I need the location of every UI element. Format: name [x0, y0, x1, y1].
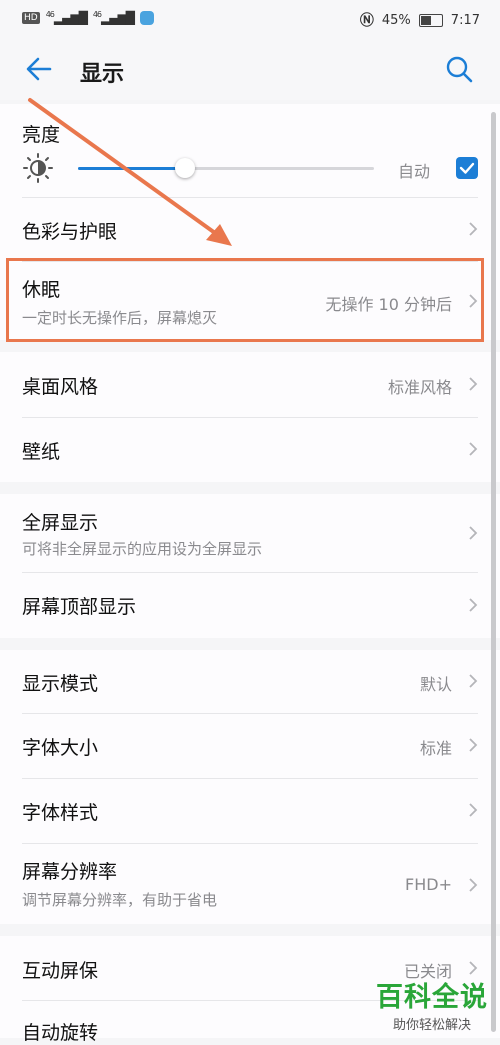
signal-icon-2: 46▂▄▆█ — [92, 10, 135, 25]
wallpaper-row[interactable]: 壁纸 — [22, 417, 478, 482]
brightness-slider-fill — [78, 167, 185, 170]
brightness-label: 亮度 — [22, 124, 61, 146]
clock: 7:17 — [450, 12, 480, 28]
color-eye-label: 色彩与护眼 — [22, 221, 118, 243]
search-icon[interactable] — [444, 54, 474, 84]
fullscreen-subtitle: 可将非全屏显示的应用设为全屏显示 — [22, 540, 263, 558]
display-mode-label: 显示模式 — [22, 673, 99, 695]
display-mode-row[interactable]: 显示模式 默认 — [22, 650, 478, 714]
title-bar: 显示 — [0, 38, 500, 100]
notch-label: 屏幕顶部显示 — [22, 596, 137, 618]
resolution-value: FHD+ — [405, 875, 452, 894]
settings-group-2: 桌面风格 标准风格 壁纸 — [0, 352, 500, 482]
fullscreen-label: 全屏显示 — [22, 512, 99, 534]
chevron-right-icon — [469, 442, 478, 456]
fullscreen-row[interactable]: 全屏显示 可将非全屏显示的应用设为全屏显示 — [22, 494, 478, 573]
font-style-row[interactable]: 字体样式 — [22, 778, 478, 844]
settings-group-4: 显示模式 默认 字体大小 标准 字体样式 屏幕分辨率 调节屏幕分辨率，有助于省电… — [0, 650, 500, 924]
chevron-right-icon — [469, 377, 478, 391]
battery-icon — [418, 13, 443, 27]
chevron-right-icon — [469, 878, 478, 892]
app-notification-icon — [139, 10, 154, 25]
color-eye-row[interactable]: 色彩与护眼 — [22, 197, 478, 262]
resolution-label: 屏幕分辨率 — [22, 861, 118, 883]
brightness-icon — [23, 153, 53, 183]
resolution-subtitle: 调节屏幕分辨率，有助于省电 — [22, 891, 218, 909]
back-arrow-icon[interactable] — [24, 54, 54, 84]
brightness-slider-knob[interactable] — [174, 158, 195, 178]
chevron-right-icon — [469, 598, 478, 612]
desktop-style-value: 标准风格 — [387, 378, 452, 397]
chevron-right-icon — [469, 674, 478, 688]
desktop-style-label: 桌面风格 — [22, 376, 99, 398]
scrollbar[interactable] — [491, 112, 496, 1032]
wallpaper-label: 壁纸 — [22, 441, 61, 463]
chevron-right-icon — [469, 738, 478, 752]
status-bar: HD 46▂▄▆█ 46▂▄▆█ Ⓝ 45% 7:17 — [0, 0, 500, 38]
watermark-tagline: 助你轻松解决 — [392, 1018, 471, 1033]
display-mode-value: 默认 — [419, 675, 452, 694]
font-style-label: 字体样式 — [22, 802, 99, 824]
brightness-slider[interactable] — [78, 167, 374, 170]
nfc-icon: Ⓝ — [359, 13, 374, 29]
watermark-logo: 百科全说 助你轻松解决 — [376, 975, 488, 1033]
settings-group-3: 全屏显示 可将非全屏显示的应用设为全屏显示 屏幕顶部显示 — [0, 494, 500, 638]
chevron-right-icon — [469, 961, 478, 975]
desktop-style-row[interactable]: 桌面风格 标准风格 — [22, 352, 478, 418]
auto-rotate-label: 自动旋转 — [22, 1022, 99, 1044]
watermark-brand: 百科全说 — [376, 982, 488, 1013]
font-size-row[interactable]: 字体大小 标准 — [22, 713, 478, 779]
resolution-row[interactable]: 屏幕分辨率 调节屏幕分辨率，有助于省电 FHD+ — [22, 843, 478, 924]
auto-brightness-checkbox[interactable] — [456, 157, 478, 179]
screensaver-label: 互动屏保 — [22, 960, 99, 982]
font-size-value: 标准 — [419, 739, 452, 758]
battery-percent: 45% — [381, 12, 411, 28]
signal-icon-1: 46▂▄▆█ — [45, 10, 88, 25]
hd-voice-icon: HD — [22, 11, 40, 24]
brightness-row: 亮度 自动 — [22, 104, 478, 198]
page-title: 显示 — [80, 62, 125, 87]
chevron-right-icon — [469, 803, 478, 817]
chevron-right-icon — [469, 526, 478, 540]
notch-row[interactable]: 屏幕顶部显示 — [22, 572, 478, 638]
auto-brightness-label: 自动 — [397, 162, 430, 181]
annotation-highlight-box — [6, 258, 484, 342]
font-size-label: 字体大小 — [22, 737, 99, 759]
chevron-right-icon — [469, 222, 478, 236]
